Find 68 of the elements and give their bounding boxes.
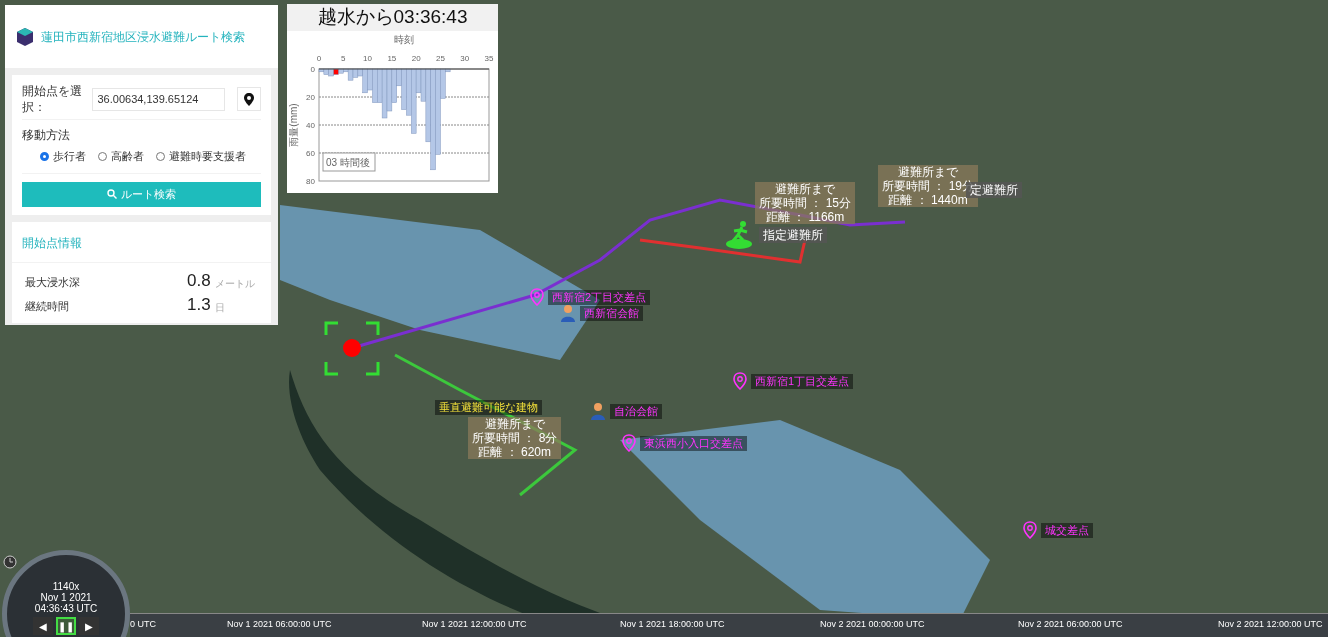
person-icon[interactable]: [560, 304, 576, 322]
intersection-label: 西新宿2丁目交差点: [548, 289, 651, 305]
shelter-label: 指定避難所: [759, 227, 827, 243]
location-pin-icon[interactable]: [622, 434, 636, 452]
facility-label: 西新宿会館: [580, 305, 643, 321]
info-unit: メートル: [214, 276, 255, 291]
y-tick-label: 20: [306, 93, 315, 102]
travel-mode-radio[interactable]: 歩行者: [40, 148, 86, 165]
location-pin-icon[interactable]: [530, 288, 544, 306]
x-tick-label: 25: [436, 54, 445, 63]
app-title: 蓮田市西新宿地区浸水避難ルート検索: [41, 28, 245, 46]
location-pin-icon: [244, 92, 255, 106]
playback-speed: 1140x: [52, 581, 80, 592]
travel-mode-label: 移動方法: [22, 127, 71, 144]
start-target-icon[interactable]: [324, 321, 380, 376]
travel-mode-radio[interactable]: 避難時要支援者: [156, 148, 246, 165]
location-pin-button[interactable]: [237, 87, 261, 111]
y-tick-label: 40: [306, 121, 315, 130]
playback-button[interactable]: ▶: [79, 617, 99, 635]
playback-button[interactable]: ◀: [33, 617, 53, 635]
intersection-label: 城交差点: [1041, 522, 1093, 538]
building-label: 垂直避難可能な建物: [435, 400, 542, 415]
timeline-tick-label: Nov 1 2021 18:00:00 UTC: [620, 618, 725, 631]
legend-box: 03 時間後: [322, 152, 376, 172]
timeline-tick-label: 0 UTC: [130, 618, 156, 631]
clock-date: Nov 1 2021: [40, 592, 92, 603]
search-icon: [107, 189, 117, 199]
x-tick-label: 35: [484, 54, 494, 63]
start-point-label: 開始点を選択：: [22, 83, 83, 115]
y-tick-label: 80: [306, 177, 315, 186]
x-tick-label: 10: [363, 54, 372, 63]
info-unit: 日: [214, 300, 225, 315]
x-axis-title: 時刻: [394, 34, 414, 45]
clock-time: 04:36:43 UTC: [34, 603, 98, 614]
x-tick-label: 30: [460, 54, 470, 63]
x-tick-label: 5: [341, 54, 346, 63]
clock-gear-icon[interactable]: [3, 555, 17, 569]
route-info-label: 避難所まで 所要時間 ： 15分 距離 ： 1166m: [755, 182, 855, 224]
running-person-icon[interactable]: [725, 221, 755, 249]
timeline-tick-label: Nov 1 2021 12:00:00 UTC: [422, 618, 527, 631]
facility-label: 自治会館: [610, 403, 662, 419]
travel-mode-radio[interactable]: 高齢者: [98, 148, 144, 165]
x-tick-label: 0: [316, 54, 322, 63]
cube-logo-icon: [17, 26, 33, 47]
start-info-heading: 開始点情報: [22, 235, 82, 250]
playback-button[interactable]: ❚❚: [56, 617, 76, 635]
y-axis-title: 雨量(mm): [288, 103, 299, 147]
y-tick-label: 0: [310, 65, 315, 74]
timeline-tick-label: Nov 2 2021 06:00:00 UTC: [1018, 618, 1123, 631]
timeline-tick-label: Nov 2 2021 00:00:00 UTC: [820, 618, 925, 631]
route-info-label: 避難所まで 所要時間 ： 8分 距離 ： 620m: [468, 417, 562, 459]
intersection-label: 東浜西小入口交差点: [640, 435, 747, 451]
intersection-label: 西新宿1丁目交差点: [751, 373, 854, 389]
timeline-bar[interactable]: 0 UTC Nov 1 2021 06:00:00 UTC Nov 1 2021 12:00:00 UTC Nov 1 2021 18:00:00 UTC Nov 2 2021 00:00:00 UTC Nov 2 2021 06:00:00 UTC Nov 2 2021 12:00:00 UTC: [130, 613, 1328, 637]
location-pin-icon[interactable]: [733, 372, 747, 390]
info-label: 継続時間: [25, 299, 70, 314]
timeline-tick-label: Nov 2 2021 12:00:00 UTC: [1218, 618, 1323, 631]
overflow-timer: 越水から03:36:43: [317, 5, 468, 30]
y-tick-label: 60: [306, 149, 315, 158]
info-label: 最大浸水深: [25, 275, 81, 290]
x-tick-label: 15: [387, 54, 397, 63]
person-icon[interactable]: [590, 402, 606, 420]
x-tick-label: 20: [411, 54, 421, 63]
info-value: 0.8: [187, 270, 211, 291]
coordinate-input-field[interactable]: 36.00634,139.65124: [92, 87, 226, 111]
timeline-tick-label: Nov 1 2021 06:00:00 UTC: [227, 618, 332, 631]
location-pin-icon[interactable]: [1023, 521, 1037, 539]
info-value: 1.3: [187, 294, 211, 315]
